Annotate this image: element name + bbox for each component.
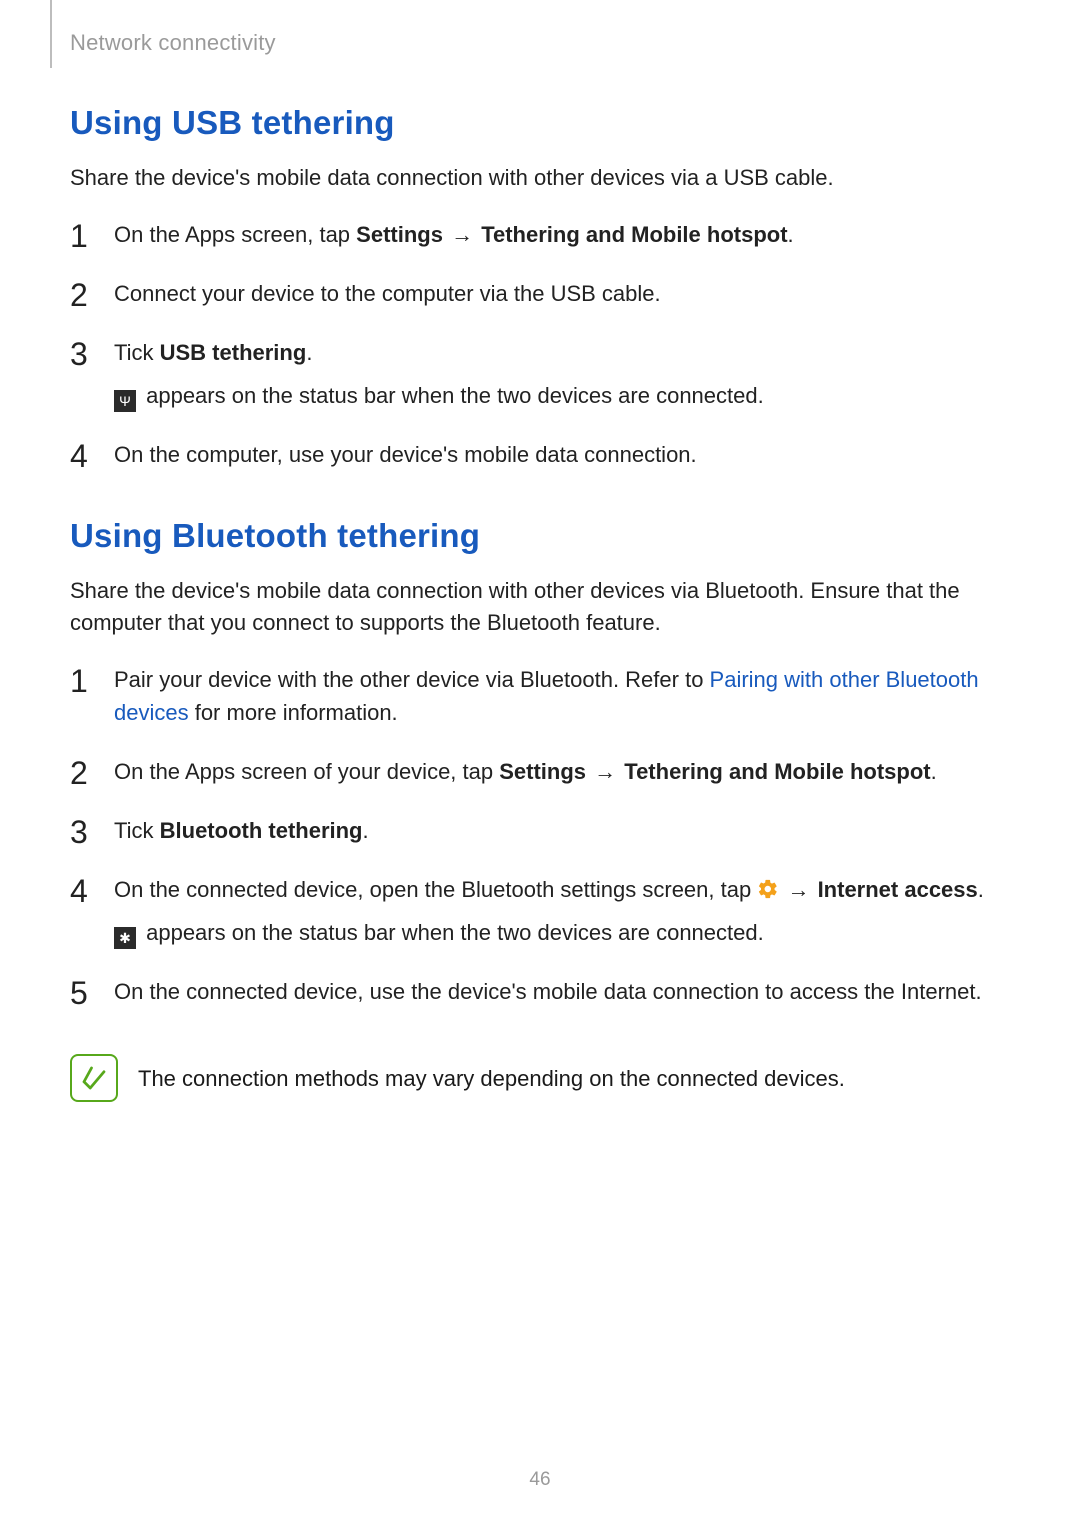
arrow-icon: → xyxy=(443,222,481,247)
step-bt-5: On the connected device, use the device'… xyxy=(70,975,1010,1008)
steps-bt: Pair your device with the other device v… xyxy=(70,663,1010,1008)
step-bt-3: Tick Bluetooth tethering. xyxy=(70,814,1010,847)
label-bluetooth-tethering: Bluetooth tethering xyxy=(160,818,363,843)
steps-usb: On the Apps screen, tap Settings → Tethe… xyxy=(70,218,1010,471)
substep: Ψ appears on the status bar when the two… xyxy=(114,379,1010,412)
text: On the Apps screen, tap xyxy=(114,222,356,247)
text: On the connected device, open the Blueto… xyxy=(114,877,757,902)
arrow-icon: → xyxy=(779,877,817,902)
text: for more information. xyxy=(189,700,398,725)
intro-bt: Share the device's mobile data connectio… xyxy=(70,575,1010,639)
text: . xyxy=(363,818,369,843)
step-usb-2: Connect your device to the computer via … xyxy=(70,277,1010,310)
arrow-icon: → xyxy=(586,759,624,784)
page-content: Network connectivity Using USB tethering… xyxy=(0,0,1080,1102)
page-number: 46 xyxy=(0,1469,1080,1491)
text: . xyxy=(306,340,312,365)
text: Pair your device with the other device v… xyxy=(114,667,710,692)
heading-bluetooth-tethering: Using Bluetooth tethering xyxy=(70,517,1010,555)
heading-usb-tethering: Using USB tethering xyxy=(70,104,1010,142)
step-bt-4: On the connected device, open the Blueto… xyxy=(70,873,1010,949)
step-usb-4: On the computer, use your device's mobil… xyxy=(70,438,1010,471)
text: Tick xyxy=(114,340,160,365)
step-bt-2: On the Apps screen of your device, tap S… xyxy=(70,755,1010,788)
label-tethering-hotspot: Tethering and Mobile hotspot xyxy=(481,222,787,247)
breadcrumb: Network connectivity xyxy=(70,30,1010,56)
note-block: The connection methods may vary dependin… xyxy=(70,1054,1010,1102)
intro-usb: Share the device's mobile data connectio… xyxy=(70,162,1010,194)
note-icon xyxy=(70,1054,118,1102)
label-internet-access: Internet access xyxy=(818,877,978,902)
label-tethering-hotspot: Tethering and Mobile hotspot xyxy=(624,759,930,784)
text: appears on the status bar when the two d… xyxy=(140,383,764,408)
step-usb-1: On the Apps screen, tap Settings → Tethe… xyxy=(70,218,1010,251)
bluetooth-status-icon: ✱ xyxy=(114,927,136,949)
step-bt-1: Pair your device with the other device v… xyxy=(70,663,1010,729)
usb-status-icon: Ψ xyxy=(114,390,136,412)
text: . xyxy=(978,877,984,902)
label-settings: Settings xyxy=(356,222,443,247)
text: . xyxy=(931,759,937,784)
gear-icon xyxy=(757,878,779,900)
label-usb-tethering: USB tethering xyxy=(160,340,307,365)
note-text: The connection methods may vary dependin… xyxy=(138,1054,845,1095)
label-settings: Settings xyxy=(499,759,586,784)
margin-rule xyxy=(50,0,52,68)
text: On the Apps screen of your device, tap xyxy=(114,759,499,784)
text: appears on the status bar when the two d… xyxy=(140,920,764,945)
text: . xyxy=(788,222,794,247)
step-usb-3: Tick USB tethering. Ψ appears on the sta… xyxy=(70,336,1010,412)
substep: ✱ appears on the status bar when the two… xyxy=(114,916,1010,949)
text: Tick xyxy=(114,818,160,843)
